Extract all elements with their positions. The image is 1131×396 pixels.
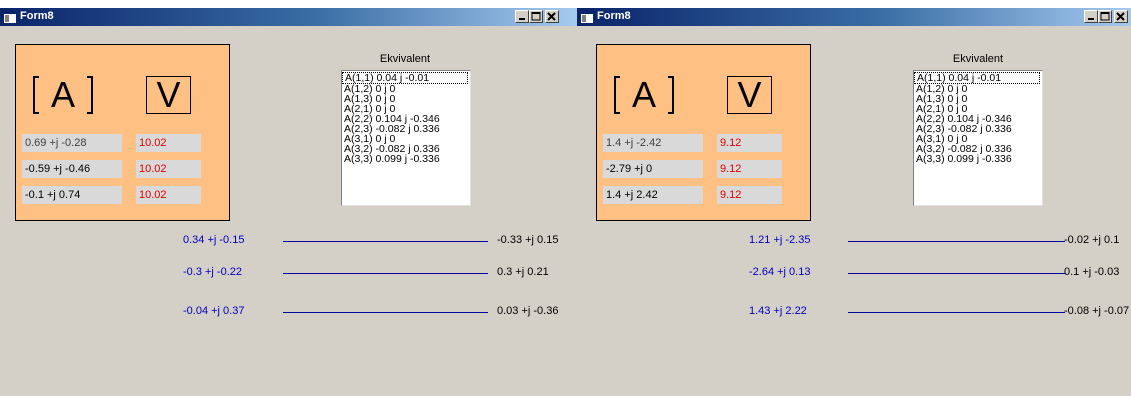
result-value-3: -0.08 +j -0.07 (1064, 305, 1130, 317)
v-value-1[interactable]: 9.12 (717, 134, 782, 152)
form-icon (4, 11, 16, 23)
v-value-3[interactable]: 10.02 (136, 186, 201, 204)
connector-line (283, 312, 488, 313)
title-bar[interactable]: Form8 (0, 8, 577, 26)
input-value-1: 1.21 +j -2.35 (749, 234, 811, 246)
a-value-2[interactable]: -0.59 +j -0.46 (22, 160, 122, 178)
maximize-button[interactable] (1098, 10, 1112, 23)
form8-window-right: Form8 A V 1.4 +j -2.42 9.12 -2.79 +j 0 9… (577, 8, 1131, 396)
input-value-2: -2.64 +j 0.13 (749, 266, 811, 278)
a-value-1[interactable]: 0.69 +j -0.28 (22, 134, 122, 152)
connector-line (848, 273, 1065, 274)
input-value-2: -0.3 +j -0.22 (183, 266, 243, 278)
form8-window-left: Form8 A V 0.69 +j -0.28 10.02 -0.59 +j -… (0, 8, 577, 396)
a-value-3[interactable]: -0.1 +j 0.74 (22, 186, 122, 204)
a-value-3[interactable]: 1.4 +j 2.42 (603, 186, 703, 204)
matrix-panel: A V 1.4 +j -2.42 9.12 -2.79 +j 0 9.12 1.… (596, 44, 811, 221)
connector-line (283, 241, 488, 242)
list-item[interactable]: A(3,3) 0.099 j -0.336 (914, 154, 1042, 165)
connector-line (848, 241, 1065, 242)
close-icon (547, 12, 556, 21)
maximize-button[interactable] (529, 10, 543, 23)
connector-line (848, 312, 1065, 313)
ekvivalent-listbox[interactable]: A(1,1) 0.04 j -0.01 A(1,2) 0 j 0 A(1,3) … (913, 70, 1043, 206)
result-value-1: -0.02 +j 0.1 (1064, 234, 1120, 246)
v-value-2[interactable]: 10.02 (136, 160, 201, 178)
vector-v-symbol: V (727, 76, 772, 114)
list-item[interactable]: A(3,3) 0.099 j -0.336 (342, 154, 470, 165)
ekvivalent-label: Ekvivalent (952, 53, 1004, 65)
minimize-icon (519, 18, 525, 20)
matrix-panel: A V 0.69 +j -0.28 10.02 -0.59 +j -0.46 1… (15, 44, 230, 221)
ekvivalent-listbox[interactable]: A(1,1) 0.04 j -0.01 A(1,2) 0 j 0 A(1,3) … (341, 70, 471, 206)
close-button[interactable] (545, 10, 559, 23)
input-value-3: -0.04 +j 0.37 (183, 305, 245, 317)
close-icon (1116, 12, 1125, 21)
v-value-3[interactable]: 9.12 (717, 186, 782, 204)
v-value-2[interactable]: 9.12 (717, 160, 782, 178)
input-value-3: 1.43 +j 2.22 (749, 305, 807, 317)
form-icon (581, 11, 593, 23)
input-value-1: 0.34 +j -0.15 (183, 234, 245, 246)
minimize-icon (1088, 18, 1094, 20)
result-value-2: 0.3 +j 0.21 (497, 266, 549, 278)
minimize-button[interactable] (515, 10, 529, 23)
matrix-a-symbol: A (614, 76, 674, 114)
matrix-a-symbol: A (33, 76, 93, 114)
minimize-button[interactable] (1084, 10, 1098, 23)
result-value-1: -0.33 +j 0.15 (497, 234, 559, 246)
v-value-1[interactable]: 10.02 (136, 134, 201, 152)
close-button[interactable] (1114, 10, 1128, 23)
a-value-1[interactable]: 1.4 +j -2.42 (603, 134, 703, 152)
connector-line (283, 273, 488, 274)
window-title: Form8 (597, 10, 631, 22)
result-value-3: 0.03 +j -0.36 (497, 305, 559, 317)
title-bar[interactable]: Form8 (577, 8, 1131, 26)
vector-v-symbol: V (146, 76, 191, 114)
window-title: Form8 (20, 10, 54, 22)
result-value-2: 0.1 +j -0.03 (1064, 266, 1120, 278)
ekvivalent-label: Ekvivalent (379, 53, 431, 65)
maximize-icon (1100, 12, 1110, 21)
a-value-2[interactable]: -2.79 +j 0 (603, 160, 703, 178)
maximize-icon (531, 12, 541, 21)
